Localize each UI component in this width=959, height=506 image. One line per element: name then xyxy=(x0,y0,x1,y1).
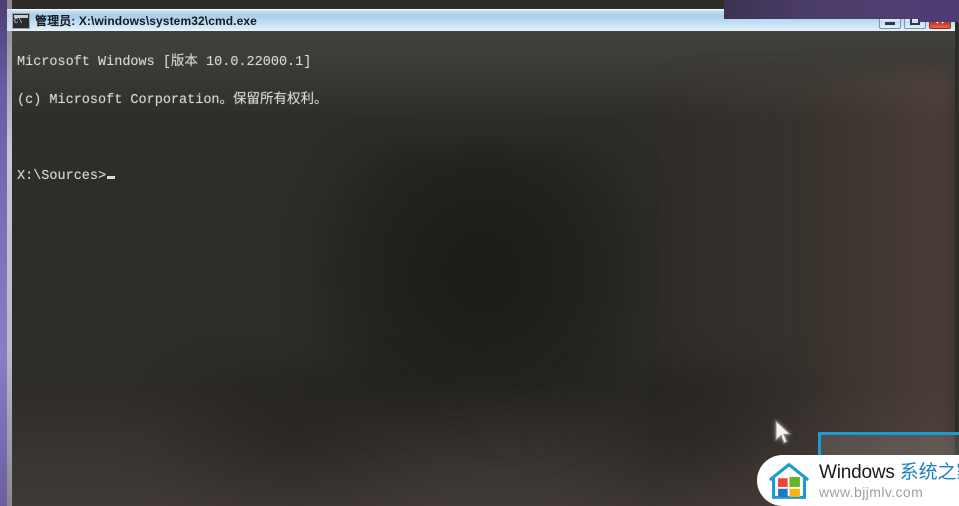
console-text-block: Microsoft Windows [版本 10.0.22000.1] (c) … xyxy=(12,31,955,224)
watermark-url: www.bjjmlv.com xyxy=(819,483,924,500)
console-line-version: Microsoft Windows [版本 10.0.22000.1] xyxy=(17,55,312,70)
mouse-arrow-cursor xyxy=(775,419,793,451)
console-prompt-line: X:\Sources> xyxy=(17,167,955,186)
windows-house-logo xyxy=(769,462,809,499)
monitor-bezel-corner xyxy=(919,0,959,22)
console-prompt: X:\Sources> xyxy=(17,169,107,184)
screen-reflection-left xyxy=(132,361,462,506)
cmd-icon[interactable] xyxy=(12,12,30,29)
console-output-area[interactable]: Microsoft Windows [版本 10.0.22000.1] (c) … xyxy=(11,31,955,506)
console-caret xyxy=(107,176,116,179)
watermark-brand-en: Windows xyxy=(819,461,900,483)
watermark-texts: Windows 系统之家 www.bjjmlv.com xyxy=(819,463,959,499)
watermark-brand-cn: 系统之家 xyxy=(899,461,959,483)
screen-photo: 管理员: X:\windows\system32\cmd.exe ✕ Micro… xyxy=(0,0,959,506)
watermark-panel: Windows 系统之家 www.bjjmlv.com xyxy=(757,455,959,506)
console-line-copyright: (c) Microsoft Corporation。保留所有权利。 xyxy=(17,93,328,108)
monitor-bezel-left xyxy=(0,0,7,506)
minimize-icon xyxy=(885,22,895,25)
watermark-brand: Windows 系统之家 xyxy=(819,463,959,482)
window-title: 管理员: X:\windows\system32\cmd.exe xyxy=(35,14,257,28)
